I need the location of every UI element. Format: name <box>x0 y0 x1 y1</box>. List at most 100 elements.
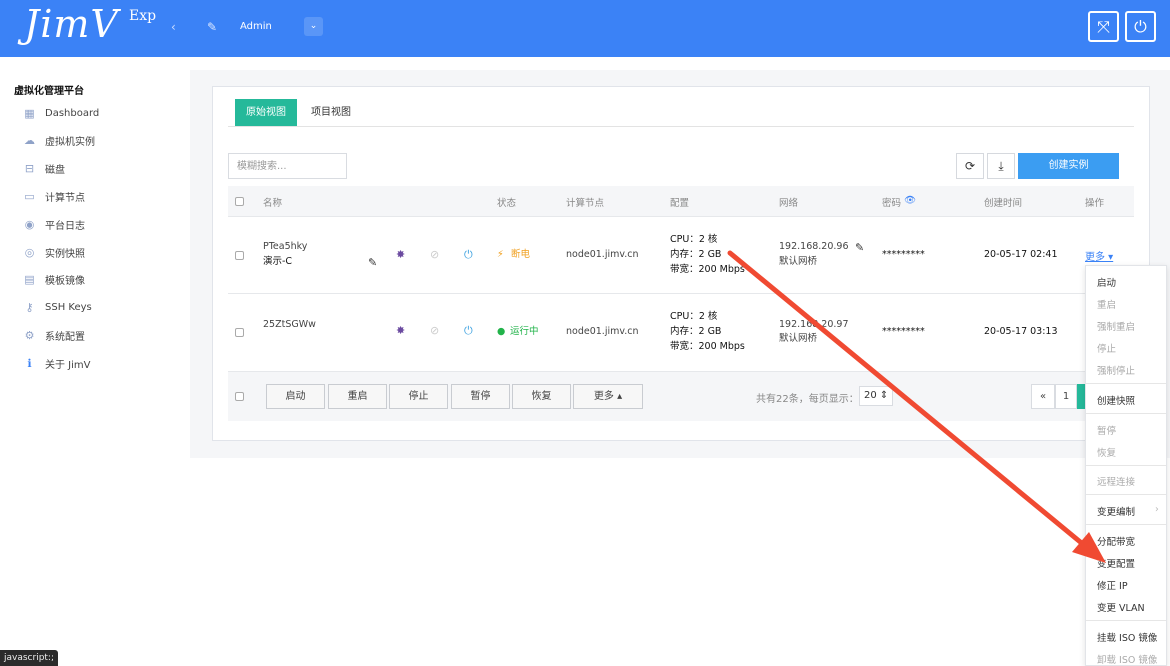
logo-edition: Exp <box>129 8 157 24</box>
instance-name[interactable]: 25ZtSGWw <box>263 317 316 332</box>
column-header-config[interactable]: 配置 <box>670 195 689 209</box>
config-memory: 内存：2 GB <box>670 326 722 337</box>
column-header-name[interactable]: 名称 <box>263 195 282 209</box>
refresh-button[interactable]: ⟳ <box>956 153 984 179</box>
menu-item-create-snapshot[interactable]: 创建快照 <box>1097 393 1135 407</box>
created-time: 20-05-17 02:41 <box>984 249 1058 260</box>
monitor-icon: ▭ <box>24 189 35 203</box>
column-header-action: 操作 <box>1085 198 1105 209</box>
node-name: node01.jimv.cn <box>566 249 639 260</box>
reboot-button[interactable]: 重启 <box>328 384 387 409</box>
sidebar-item-settings[interactable]: ⚙ 系统配置 <box>22 325 85 345</box>
user-dropdown-button[interactable]: ⌄ <box>304 17 323 36</box>
menu-item-stop[interactable]: 停止 <box>1097 341 1116 355</box>
page-1-button[interactable]: 1 <box>1055 384 1077 409</box>
tab-project-view[interactable]: 项目视图 <box>300 99 362 127</box>
config-memory: 内存：2 GB <box>670 249 722 260</box>
instance-alias: 演示-C <box>263 256 293 267</box>
sidebar-item-label: 平台日志 <box>45 220 85 232</box>
menu-item-force-stop[interactable]: 强制停止 <box>1097 363 1135 377</box>
column-header-node[interactable]: 计算节点 <box>566 195 604 209</box>
tab-original-view[interactable]: 原始视图 <box>235 99 297 127</box>
menu-item-start[interactable]: 启动 <box>1097 275 1116 289</box>
os-logo-icon: ✸ <box>396 324 406 337</box>
column-header-password[interactable]: 密码 <box>882 195 901 209</box>
sidebar-item-snapshots[interactable]: ◎ 实例快照 <box>22 242 85 262</box>
dashboard-icon: ▦ <box>24 106 35 120</box>
sidebar-item-instances[interactable]: ☁ 虚拟机实例 <box>22 130 95 150</box>
row-checkbox[interactable] <box>235 251 244 260</box>
user-avatar-icon: ✎ <box>207 20 218 34</box>
footer-select-all-checkbox[interactable] <box>235 392 244 401</box>
menu-item-mount-iso[interactable]: 挂载 ISO 镜像 <box>1097 630 1157 644</box>
stop-button[interactable]: 停止 <box>389 384 448 409</box>
create-instance-button[interactable]: 创建实例 <box>1018 153 1119 179</box>
search-input[interactable] <box>228 153 347 179</box>
edit-alias-icon[interactable]: ✎ <box>368 256 377 269</box>
sidebar-item-ssh-keys[interactable]: ⚷ SSH Keys <box>22 297 92 317</box>
disk-icon: ⊟ <box>24 161 35 175</box>
column-header-network[interactable]: 网络 <box>779 195 798 209</box>
menu-item-pause[interactable]: 暂停 <box>1097 423 1116 437</box>
console-icon[interactable]: ⊘ <box>430 324 439 337</box>
sidebar-item-label: 实例快照 <box>45 248 85 260</box>
config-bandwidth: 带宽：200 Mbps <box>670 341 745 352</box>
resume-button[interactable]: 恢复 <box>512 384 571 409</box>
prev-page-button[interactable]: « <box>1031 384 1055 409</box>
menu-item-force-reboot[interactable]: 强制重启 <box>1097 319 1135 333</box>
menu-item-reboot[interactable]: 重启 <box>1097 297 1116 311</box>
status-text: 断电 <box>511 249 531 260</box>
more-batch-button[interactable]: 更多 ▴ <box>573 384 643 409</box>
sidebar-item-about[interactable]: ℹ 关于 JimV <box>22 353 90 373</box>
info-icon: ℹ <box>27 356 32 370</box>
logout-button[interactable]: ⏻ <box>1125 11 1156 42</box>
menu-item-change-vlan[interactable]: 变更 VLAN <box>1097 600 1145 614</box>
select-all-checkbox[interactable] <box>235 197 244 206</box>
sidebar-item-nodes[interactable]: ▭ 计算节点 <box>22 186 85 206</box>
download-button[interactable]: ⤓ <box>987 153 1015 179</box>
column-header-status[interactable]: 状态 <box>497 195 516 209</box>
sidebar-item-label: 模板镜像 <box>45 275 85 287</box>
sidebar-item-disks[interactable]: ⊟ 磁盘 <box>22 158 65 178</box>
pagination-info: 共有22条，每页显示： <box>756 394 859 405</box>
template-icon: ▤ <box>24 272 35 286</box>
start-button[interactable]: 启动 <box>266 384 325 409</box>
sidebar-item-label: SSH Keys <box>45 301 92 313</box>
row-divider <box>228 293 1134 294</box>
menu-item-remote-connect[interactable]: 远程连接 <box>1097 474 1135 488</box>
sidebar-item-label: Dashboard <box>45 107 100 119</box>
menu-item-fix-ip[interactable]: 修正 IP <box>1097 578 1128 592</box>
sidebar-item-label: 系统配置 <box>45 331 85 343</box>
menu-item-change-orchestration[interactable]: 变更编制 <box>1097 504 1135 518</box>
created-time: 20-05-17 03:13 <box>984 326 1058 337</box>
fullscreen-button[interactable]: ⤧ <box>1088 11 1119 42</box>
node-name: node01.jimv.cn <box>566 326 639 337</box>
menu-item-resume[interactable]: 恢复 <box>1097 445 1116 459</box>
page-size-select[interactable]: 20 ⇕ <box>859 386 893 406</box>
user-name[interactable]: Admin <box>240 21 272 32</box>
show-password-icon[interactable]: 👁 <box>904 195 916 206</box>
menu-item-allocate-bandwidth[interactable]: 分配带宽 <box>1097 534 1135 548</box>
more-actions-link[interactable]: 更多 ▾ <box>1085 248 1113 263</box>
app-logo[interactable]: JimV <box>24 2 119 46</box>
console-icon[interactable]: ⊘ <box>430 248 439 261</box>
boot-icon[interactable]: ⏻ <box>464 324 473 338</box>
config-cpu: CPU：2 核 <box>670 234 718 245</box>
sidebar-item-logs[interactable]: ◉ 平台日志 <box>22 214 85 234</box>
row-checkbox[interactable] <box>235 328 244 337</box>
sidebar-item-dashboard[interactable]: ▦ Dashboard <box>22 103 99 123</box>
column-header-created[interactable]: 创建时间 <box>984 195 1022 209</box>
boot-icon[interactable]: ⏻ <box>464 248 473 262</box>
menu-divider <box>1086 413 1166 414</box>
instance-name[interactable]: PTea5hky <box>263 239 307 254</box>
sidebar-item-label: 磁盘 <box>45 164 65 176</box>
sidebar-collapse-icon[interactable]: ‹ <box>171 20 176 34</box>
edit-ip-icon[interactable]: ✎ <box>855 241 864 254</box>
menu-item-unmount-iso[interactable]: 卸载 ISO 镜像 <box>1097 652 1157 666</box>
menu-divider <box>1086 620 1166 621</box>
camera-icon: ◎ <box>24 245 35 259</box>
pause-button[interactable]: 暂停 <box>451 384 510 409</box>
ip-address: 192.168.20.96 <box>779 241 849 252</box>
menu-item-change-config[interactable]: 变更配置 <box>1097 556 1135 570</box>
sidebar-item-templates[interactable]: ▤ 模板镜像 <box>22 269 85 289</box>
